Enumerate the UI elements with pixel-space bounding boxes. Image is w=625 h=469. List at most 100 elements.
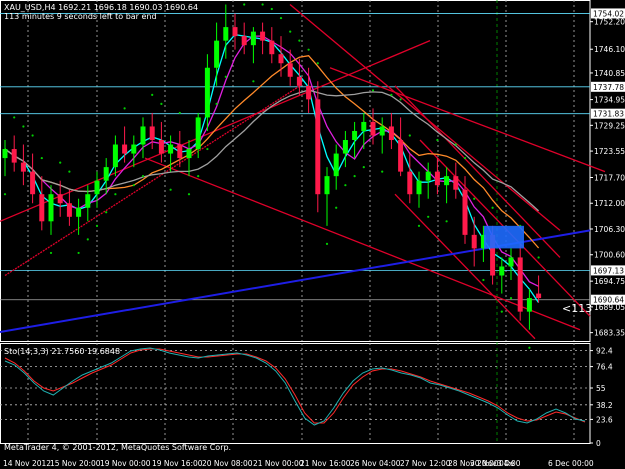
price-tick-label: 1723.55 (594, 147, 625, 156)
price-tick-label: 1717.70 (594, 174, 625, 183)
candle-body (416, 180, 422, 195)
sar-dot (307, 48, 310, 51)
stoch-level-label: 76.4 (596, 363, 613, 372)
sar-dot (482, 278, 485, 282)
price-tag-label: 1731.83 (593, 110, 624, 119)
candle-body (444, 176, 450, 186)
sar-dot (436, 138, 439, 142)
candle-body (250, 31, 256, 46)
sar-dot (40, 156, 43, 160)
price-tick-label: 1712.00 (594, 199, 625, 208)
price-tick-label: 1706.30 (594, 225, 625, 234)
stoch-level-label: 0 (596, 439, 601, 448)
candle-body (76, 207, 82, 217)
stochastic-panel: 92.4 76.4 55 38.2 23.6 0 (0, 347, 613, 448)
sar-dot (335, 206, 338, 209)
sar-dot (491, 206, 494, 209)
candle-body (223, 27, 229, 41)
price-tag-label: 1697.13 (593, 266, 624, 275)
candle-body (85, 194, 91, 208)
price-tick-label: 1734.95 (594, 96, 625, 105)
countdown-label: <113 (562, 302, 592, 315)
candle-body (526, 298, 532, 312)
sar-dot (187, 193, 191, 196)
candle-body (112, 144, 118, 168)
sar-dot (298, 39, 301, 42)
candle-body (149, 126, 155, 141)
sar-dot (463, 156, 467, 160)
candle-body (158, 140, 164, 154)
sar-dot (206, 147, 209, 151)
stochastic-title: Sto(14,3,3) 21.7560 19.6848 (4, 347, 121, 356)
time-label: 14 Nov 2012 (3, 459, 51, 468)
bar-timer: 113 minutes 9 seconds left to bar end (4, 12, 157, 21)
sar-dot (279, 16, 283, 20)
candle-body (131, 144, 137, 154)
sar-dot (114, 193, 117, 196)
sar-dot (289, 30, 292, 33)
sar-dot (353, 175, 356, 178)
sar-dot (68, 170, 71, 173)
sar-dot (132, 184, 135, 187)
price-chart[interactable]: 1752.20 1746.10 1740.85 1734.95 1729.25 1723.… (0, 0, 625, 469)
ma-gray (4, 89, 540, 212)
sar-dot (105, 211, 108, 214)
price-tag-label: 1754.02 (593, 9, 624, 18)
time-label: 19 Nov 00:00 (100, 459, 151, 468)
sar-dot (427, 215, 430, 218)
horizontal-lines (0, 13, 590, 301)
candle-body (517, 257, 523, 312)
price-tick-label: 1700.60 (594, 251, 625, 260)
price-tick-label: 1752.20 (594, 18, 625, 27)
sar-dot (509, 296, 513, 300)
candle-body (11, 149, 17, 163)
candle-body (306, 85, 312, 100)
sar-dot (270, 7, 273, 11)
sar-dot (390, 93, 393, 96)
candle-body (287, 63, 293, 77)
sar-dot (22, 125, 25, 128)
candle-body (379, 126, 385, 136)
candle-body (66, 203, 72, 217)
candle-body (186, 149, 192, 159)
sub-frame (0, 343, 591, 444)
candle-body (269, 40, 275, 55)
candle-body (122, 144, 128, 154)
time-label: 6 Dec 00:00 (548, 459, 594, 468)
candle-body (20, 162, 26, 172)
sar-dot (49, 251, 53, 255)
candle-body (204, 67, 210, 118)
sar-dot (445, 220, 448, 223)
stoch-level-label: 92.4 (596, 347, 613, 356)
candle-body (57, 194, 63, 204)
sar-dot (381, 170, 384, 173)
sar-dot (408, 134, 411, 137)
candle-body (30, 171, 36, 195)
price-axis: 1752.20 1746.10 1740.85 1734.95 1729.25 1723.… (562, 8, 625, 338)
stoch-level-label: 38.2 (596, 401, 613, 410)
candle-body (342, 140, 348, 154)
stoch-main-line (4, 347, 586, 426)
candle-body (352, 130, 358, 141)
candle-body (471, 234, 477, 249)
candle-body (296, 76, 302, 86)
price-tag-label: 1690.64 (593, 296, 624, 305)
candle-body (48, 194, 54, 222)
candle-body (425, 171, 431, 181)
candle-body (232, 27, 238, 37)
copyright-text: MetaTrader 4, © 2001-2012, MetaQuotes So… (4, 443, 232, 452)
time-label: 19 Nov 16:00 (152, 459, 203, 468)
sar-dot (537, 256, 540, 259)
sar-dot (473, 197, 476, 200)
candle-body (434, 171, 440, 186)
sar-dot (371, 89, 375, 92)
candle-body (398, 140, 404, 172)
candle-body (370, 121, 376, 136)
sar-dot (224, 75, 227, 78)
sar-dot (215, 102, 218, 105)
candle-body (361, 121, 367, 131)
time-label: 3 De (497, 459, 515, 468)
time-label: 15 Nov 20:00 (50, 459, 101, 468)
sar-dot (151, 93, 154, 96)
candles (2, 4, 542, 330)
